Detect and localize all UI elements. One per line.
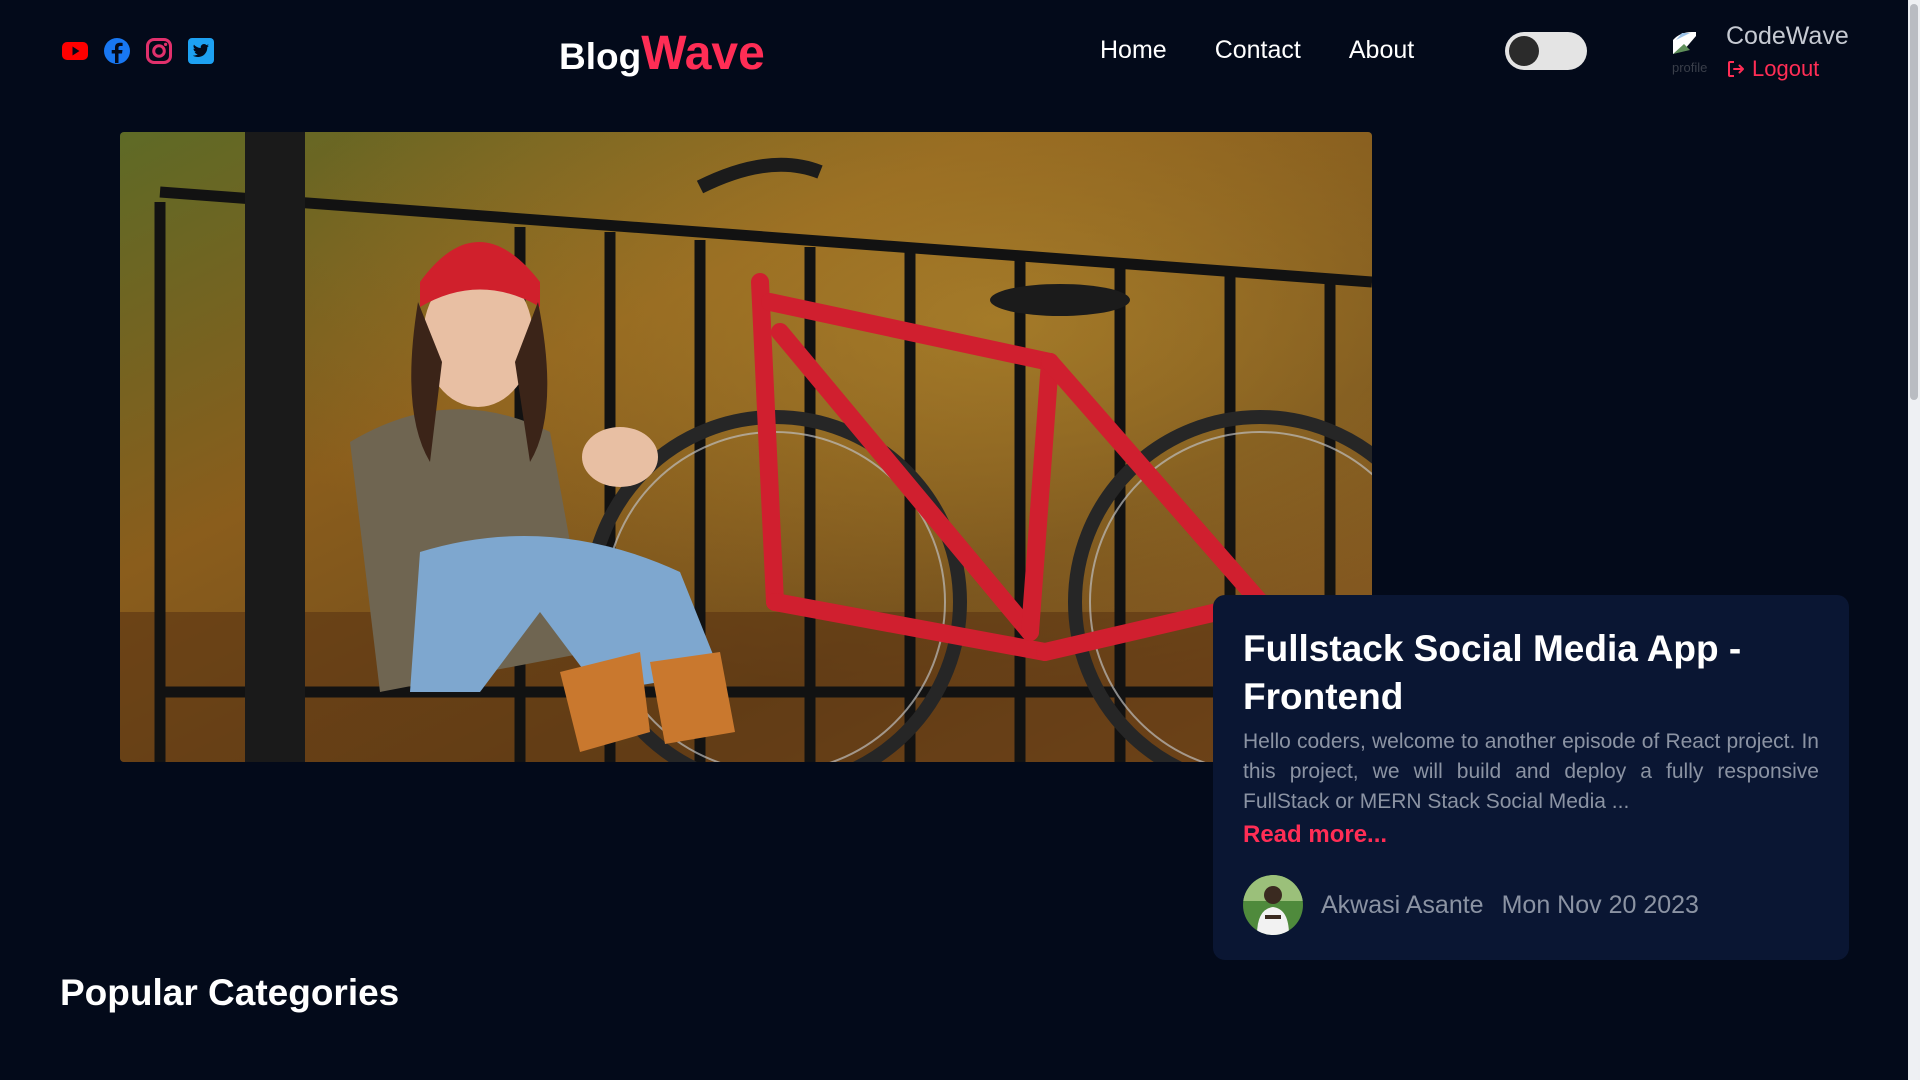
featured-post-image[interactable] xyxy=(120,132,1372,762)
profile-alt-text: profile xyxy=(1672,60,1708,75)
post-title[interactable]: Fullstack Social Media App - Frontend xyxy=(1243,625,1819,721)
popular-categories-heading: Popular Categories xyxy=(60,972,400,1013)
facebook-link[interactable] xyxy=(102,36,132,66)
site-header: BlogWave Home Contact About profile Code… xyxy=(0,0,1908,100)
facebook-icon xyxy=(104,38,130,64)
hero-photo xyxy=(120,132,1372,762)
logout-icon xyxy=(1728,61,1744,77)
twitter-icon xyxy=(188,38,214,64)
post-excerpt: Hello coders, welcome to another episode… xyxy=(1243,730,1819,813)
nav-about[interactable]: About xyxy=(1349,36,1414,65)
scrollbar-thumb[interactable] xyxy=(1910,4,1918,400)
instagram-link[interactable] xyxy=(144,36,174,66)
nav-home[interactable]: Home xyxy=(1100,36,1167,65)
read-more-link[interactable]: Read more... xyxy=(1243,821,1387,849)
logo-text-primary: Blog xyxy=(559,36,642,77)
logo-text-accent: Wave xyxy=(641,27,765,80)
logout-label: Logout xyxy=(1752,56,1820,81)
logout-button[interactable]: Logout xyxy=(1726,56,1819,82)
toggle-knob xyxy=(1509,36,1539,66)
post-date: Mon Nov 20 2023 xyxy=(1501,890,1699,919)
author-name[interactable]: Akwasi Asante xyxy=(1321,891,1484,920)
nav-contact[interactable]: Contact xyxy=(1215,36,1301,65)
site-logo[interactable]: BlogWave xyxy=(559,26,765,81)
broken-image-icon xyxy=(1673,32,1696,54)
main-nav: Home Contact About xyxy=(1100,36,1414,65)
youtube-link[interactable] xyxy=(60,36,90,66)
featured-post-card: Fullstack Social Media App - Frontend He… xyxy=(1213,595,1849,960)
post-meta: Akwasi Asante Mon Nov 20 2023 xyxy=(1243,875,1819,935)
theme-toggle[interactable] xyxy=(1505,32,1587,70)
social-links xyxy=(60,36,216,66)
author-avatar[interactable] xyxy=(1243,875,1303,935)
instagram-icon xyxy=(146,38,172,64)
username: CodeWave xyxy=(1726,22,1849,50)
profile-avatar[interactable] xyxy=(1670,28,1702,60)
twitter-link[interactable] xyxy=(186,36,216,66)
author-photo xyxy=(1243,875,1303,935)
youtube-icon xyxy=(62,42,88,60)
